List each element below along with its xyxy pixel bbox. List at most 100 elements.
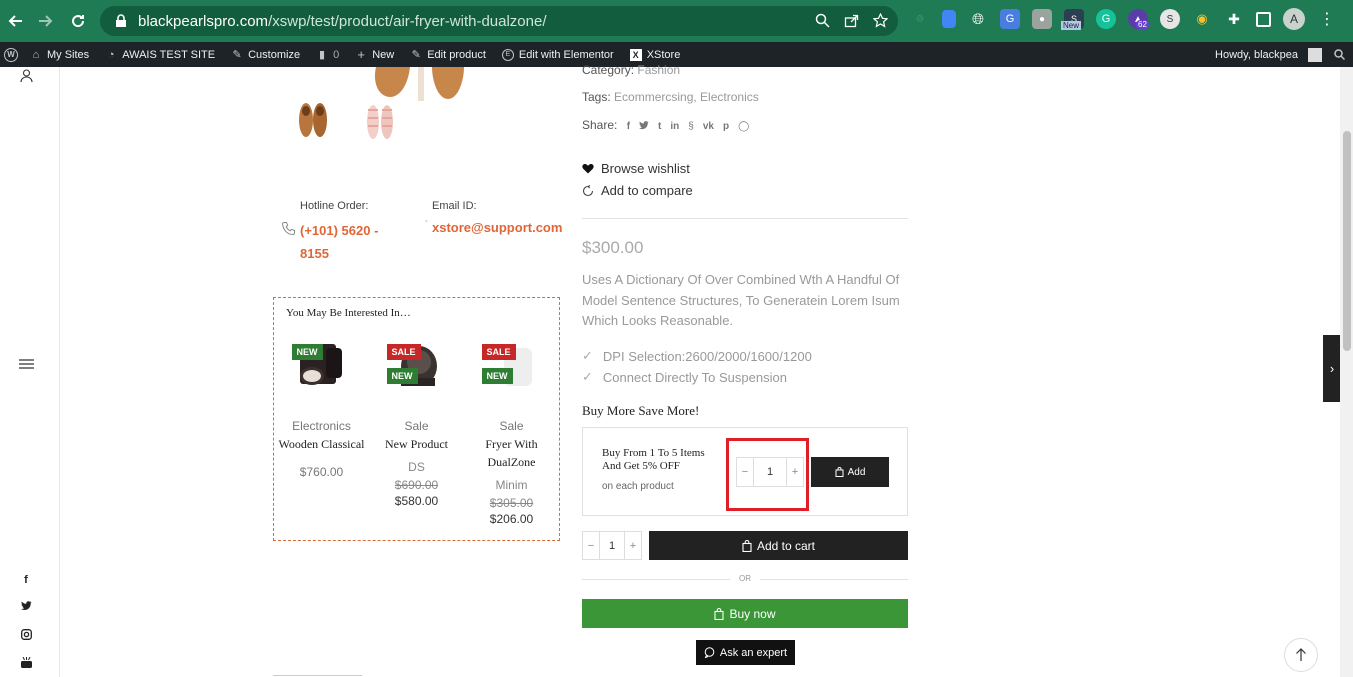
wp-site-name-label: AWAIS TEST SITE — [122, 48, 216, 61]
wp-howdy-label: Howdy, blackpea — [1215, 48, 1298, 61]
xstore-icon: X — [629, 48, 642, 61]
share-page-icon[interactable] — [844, 13, 859, 32]
product-card-image[interactable]: SALE NEW — [386, 338, 447, 398]
product-card-category[interactable]: Sale — [464, 419, 559, 433]
wp-edit-product[interactable]: ✎ Edit product — [402, 42, 494, 67]
product-card-image[interactable]: SALE NEW — [481, 338, 542, 398]
add-to-cart-button[interactable]: Add to cart — [649, 531, 908, 560]
address-bar[interactable]: blackpearlspro.com/xswp/test/product/air… — [100, 6, 898, 36]
product-card-category[interactable]: Sale — [369, 419, 464, 433]
brush-icon: ✎ — [232, 49, 242, 61]
qty-input[interactable]: 1 — [753, 458, 787, 486]
zoom-icon[interactable] — [815, 13, 830, 32]
recycle-extension-icon[interactable]: ♲ — [910, 9, 930, 29]
cart-qty-input[interactable]: 1 — [599, 532, 625, 559]
facebook-icon[interactable]: f — [627, 121, 630, 133]
vpn-extension-icon[interactable]: ◉ — [1192, 9, 1212, 29]
twitter-icon[interactable] — [19, 601, 33, 615]
buy-now-label: Buy now — [729, 606, 776, 621]
whatsapp-icon[interactable]: ◯ — [738, 121, 749, 133]
back-icon[interactable] — [0, 6, 30, 36]
swirl-extension-icon[interactable]: S — [1160, 9, 1180, 29]
camera-extension-icon[interactable]: ● — [1032, 9, 1052, 29]
translate-extension-icon[interactable]: G — [1000, 9, 1020, 29]
back-to-top-button[interactable] — [1284, 638, 1318, 672]
instagram-icon[interactable] — [19, 629, 33, 643]
qty-minus-button[interactable]: − — [737, 458, 753, 486]
product-card-name[interactable]: New Product — [369, 435, 464, 453]
sidepanel-icon[interactable] — [1256, 11, 1271, 27]
browse-wishlist-link[interactable]: Browse wishlist — [582, 161, 690, 176]
home-icon: ⌂ — [32, 48, 40, 61]
product-card-name[interactable]: Wooden Classical — [274, 435, 369, 453]
hotline-number[interactable]: (+101) 5620 - 8155 — [300, 219, 410, 265]
share-label: Share: — [582, 118, 618, 132]
vk-icon[interactable]: vk — [703, 121, 714, 133]
skype-icon[interactable]: § — [688, 121, 694, 133]
product-card[interactable]: SALE NEW Sale Fryer With DualZone Minim … — [464, 338, 559, 526]
puzzle-extensions-icon[interactable]: ✚ — [1224, 9, 1244, 29]
profile-avatar[interactable]: A — [1283, 8, 1305, 30]
bulk-quantity-stepper: − 1 + — [736, 457, 804, 487]
wp-howdy[interactable]: Howdy, blackpea — [1207, 42, 1326, 67]
wp-search[interactable] — [1326, 42, 1353, 67]
ask-expert-button[interactable]: Ask an expert — [696, 640, 795, 665]
or-separator: OR — [582, 573, 908, 585]
product-description: Uses A Dictionary Of Over Combined Wth A… — [582, 272, 900, 328]
dashboard-icon: ◔ — [107, 48, 115, 61]
wp-my-sites[interactable]: ⌂ My Sites — [22, 42, 97, 67]
bookmark-star-icon[interactable] — [872, 12, 889, 32]
bulk-offer-sub: on each product — [602, 481, 674, 492]
reload-icon[interactable] — [63, 6, 93, 36]
extensions-area: ♲ 🌐︎ G ● S New G ▲ 62 S ◉ ✚ A ⋮ — [910, 8, 1337, 30]
product-card-category[interactable]: Electronics — [274, 419, 369, 433]
twitter-icon[interactable] — [639, 121, 649, 133]
wp-logo-item[interactable]: W — [0, 42, 22, 67]
globe-extension-icon[interactable]: 🌐︎ — [968, 9, 988, 29]
hotline-label: Hotline Order: — [300, 200, 369, 212]
tags-links[interactable]: Ecommercsing, Electronics — [614, 90, 759, 104]
badge-new: NEW — [291, 344, 323, 360]
facebook-icon[interactable]: f — [19, 573, 33, 587]
linkedin-icon[interactable]: in — [670, 121, 679, 133]
user-account-icon[interactable] — [19, 69, 33, 83]
add-to-compare-link[interactable]: Add to compare — [582, 183, 693, 198]
scrollbar-thumb[interactable] — [1343, 131, 1351, 351]
product-card-name[interactable]: Fryer With DualZone — [464, 435, 559, 471]
cart-qty-plus-button[interactable]: + — [625, 532, 641, 559]
check-icon: ✓ — [582, 348, 593, 363]
counter-extension-icon[interactable]: ▲ 62 — [1128, 9, 1149, 29]
wp-site-name[interactable]: ◔ AWAIS TEST SITE — [97, 42, 223, 67]
lock-icon — [116, 14, 126, 27]
browser-menu-icon[interactable]: ⋮ — [1317, 9, 1337, 29]
feature-text: DPI Selection:2600/2000/1600/1200 — [602, 348, 812, 364]
share-icons: f t in § vk p ◯ — [627, 121, 750, 133]
thumbnail-sandals[interactable] — [358, 98, 402, 142]
tumblr-icon[interactable]: t — [658, 121, 661, 133]
product-card[interactable]: SALE NEW Sale New Product DS $690.00 $58… — [369, 338, 464, 508]
page-scrollbar[interactable] — [1340, 67, 1353, 677]
hamburger-menu-icon[interactable] — [18, 358, 34, 372]
docs-extension-icon[interactable] — [942, 10, 956, 28]
qty-plus-button[interactable]: + — [787, 458, 803, 486]
forward-icon[interactable] — [31, 6, 61, 36]
youtube-icon[interactable] — [19, 656, 33, 671]
product-card-image[interactable]: NEW — [291, 338, 352, 398]
category-link[interactable]: Fashion — [637, 63, 680, 77]
thumbnail-loafers[interactable] — [294, 98, 332, 142]
product-card[interactable]: NEW Electronics Wooden Classical $760.00 — [274, 338, 369, 479]
wp-customize[interactable]: ✎ Customize — [223, 42, 308, 67]
email-address[interactable]: xstore@support.com — [432, 220, 562, 235]
new-extension-icon[interactable]: S New — [1061, 9, 1084, 30]
buy-now-button[interactable]: Buy now — [582, 599, 908, 628]
wp-new[interactable]: + New — [347, 42, 402, 67]
wp-comments[interactable]: ▮ 0 — [308, 42, 347, 67]
main-product-image[interactable] — [370, 67, 490, 101]
new-ext-badge: New — [1061, 21, 1082, 30]
grammarly-extension-icon[interactable]: G — [1096, 9, 1116, 29]
bulk-add-button[interactable]: Add — [811, 457, 889, 487]
pinterest-icon[interactable]: p — [723, 121, 729, 133]
cart-qty-minus-button[interactable]: − — [583, 532, 599, 559]
compare-icon — [582, 184, 594, 196]
next-product-arrow-icon[interactable]: › — [1323, 335, 1341, 402]
